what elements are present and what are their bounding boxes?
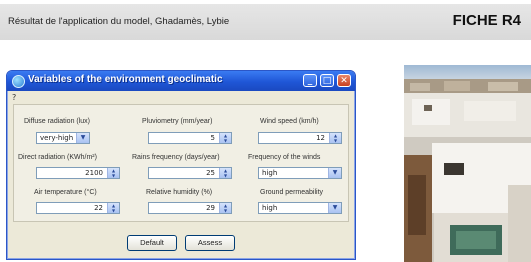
rains-frequency-value: 25 bbox=[206, 169, 215, 177]
chevron-down-icon[interactable]: ▼ bbox=[328, 203, 341, 213]
spinner-arrows-icon[interactable]: ▲ ▼ bbox=[219, 203, 231, 213]
ground-permeability-select[interactable]: high ▼ bbox=[258, 202, 342, 214]
sheet-code: FICHE R4 bbox=[452, 12, 521, 29]
document-header: Résultat de l'application du model, Ghad… bbox=[0, 4, 531, 40]
direct-radiation-spinner[interactable]: 2100 ▲ ▼ bbox=[36, 167, 120, 179]
minimize-icon[interactable]: _ bbox=[303, 74, 317, 87]
wind-speed-value: 12 bbox=[316, 134, 325, 142]
spinner-arrows-icon[interactable]: ▲ ▼ bbox=[107, 168, 119, 178]
dialog-title: Variables of the environment geoclimatic bbox=[28, 74, 223, 85]
help-menu[interactable]: ? bbox=[12, 93, 16, 102]
ground-permeability-label: Ground permeability bbox=[260, 189, 324, 196]
relative-humidity-label: Relative humidity (%) bbox=[146, 189, 213, 196]
globe-icon bbox=[12, 75, 25, 88]
default-button[interactable]: Default bbox=[127, 235, 177, 251]
ghadames-rooftops-photo bbox=[404, 65, 531, 262]
dialog-titlebar[interactable]: Variables of the environment geoclimatic… bbox=[7, 71, 355, 91]
pluviometry-label: Pluviometry (mm/year) bbox=[142, 118, 213, 125]
rains-frequency-label: Rains frequency (days/year) bbox=[132, 154, 220, 161]
maximize-icon[interactable]: □ bbox=[320, 74, 334, 87]
diffuse-radiation-value: very-high bbox=[40, 134, 74, 142]
winds-frequency-select[interactable]: high ▼ bbox=[258, 167, 342, 179]
rooftops-illustration bbox=[404, 65, 531, 262]
spinner-arrows-icon[interactable]: ▲ ▼ bbox=[329, 133, 341, 143]
direct-radiation-value: 2100 bbox=[85, 169, 103, 177]
wind-speed-spinner[interactable]: 12 ▲ ▼ bbox=[258, 132, 342, 144]
diffuse-radiation-select[interactable]: very-high ▼ bbox=[36, 132, 90, 144]
air-temperature-value: 22 bbox=[94, 204, 103, 212]
pluviometry-spinner[interactable]: 5 ▲ ▼ bbox=[148, 132, 232, 144]
spinner-arrows-icon[interactable]: ▲ ▼ bbox=[107, 203, 119, 213]
wind-speed-label: Wind speed (km/h) bbox=[260, 118, 319, 125]
winds-frequency-value: high bbox=[262, 169, 278, 177]
diffuse-radiation-label: Diffuse radiation (lux) bbox=[24, 118, 91, 125]
pluviometry-value: 5 bbox=[210, 134, 215, 142]
spinner-arrows-icon[interactable]: ▲ ▼ bbox=[219, 133, 231, 143]
spinner-arrows-icon[interactable]: ▲ ▼ bbox=[219, 168, 231, 178]
variables-panel: Diffuse radiation (lux) very-high ▼ Pluv… bbox=[13, 104, 349, 222]
rains-frequency-spinner[interactable]: 25 ▲ ▼ bbox=[148, 167, 232, 179]
chevron-down-icon[interactable]: ▼ bbox=[328, 168, 341, 178]
assess-button[interactable]: Assess bbox=[185, 235, 235, 251]
relative-humidity-value: 29 bbox=[206, 204, 215, 212]
close-icon[interactable]: ✕ bbox=[337, 74, 351, 87]
ground-permeability-value: high bbox=[262, 204, 278, 212]
winds-frequency-label: Frequency of the winds bbox=[248, 154, 321, 161]
geoclimatic-dialog: Variables of the environment geoclimatic… bbox=[6, 70, 356, 260]
relative-humidity-spinner[interactable]: 29 ▲ ▼ bbox=[148, 202, 232, 214]
header-caption: Résultat de l'application du model, Ghad… bbox=[8, 16, 230, 27]
direct-radiation-label: Direct radiation (KWh/m²) bbox=[18, 154, 97, 161]
chevron-down-icon[interactable]: ▼ bbox=[76, 133, 89, 143]
air-temperature-label: Air temperature (°C) bbox=[34, 189, 97, 196]
air-temperature-spinner[interactable]: 22 ▲ ▼ bbox=[36, 202, 120, 214]
